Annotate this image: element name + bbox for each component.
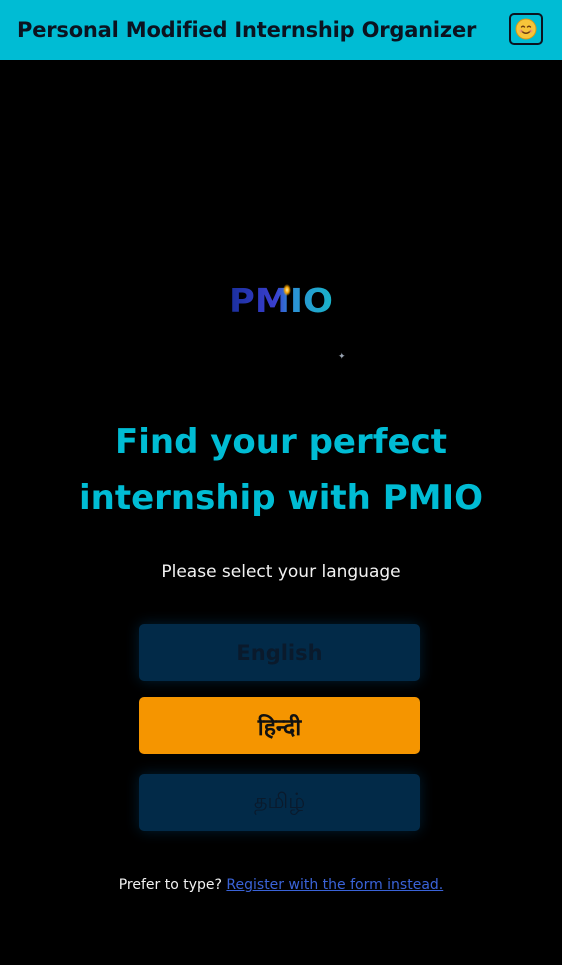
register-form-link[interactable]: Register with the form instead. <box>226 877 443 893</box>
footer-text: Prefer to type? Register with the form i… <box>0 877 562 893</box>
app-title: Personal Modified Internship Organizer <box>17 18 477 42</box>
logo-text: PMIO <box>229 281 333 320</box>
hindi-language-button[interactable]: हिन्दी <box>139 697 420 754</box>
app-header: Personal Modified Internship Organizer <box>0 0 562 60</box>
language-prompt: Please select your language <box>161 562 401 582</box>
pmio-logo: PMIO <box>229 281 333 320</box>
profile-button[interactable] <box>509 13 543 45</box>
english-language-button[interactable]: English <box>139 624 420 681</box>
footer-prefix: Prefer to type? <box>118 877 222 893</box>
hero-title: Find your perfect internship with PMIO <box>78 422 484 518</box>
sparkle-icon: ✦ <box>338 352 346 362</box>
tamil-language-button[interactable]: தமிழ் <box>139 774 420 831</box>
smiley-face-icon <box>515 18 537 40</box>
